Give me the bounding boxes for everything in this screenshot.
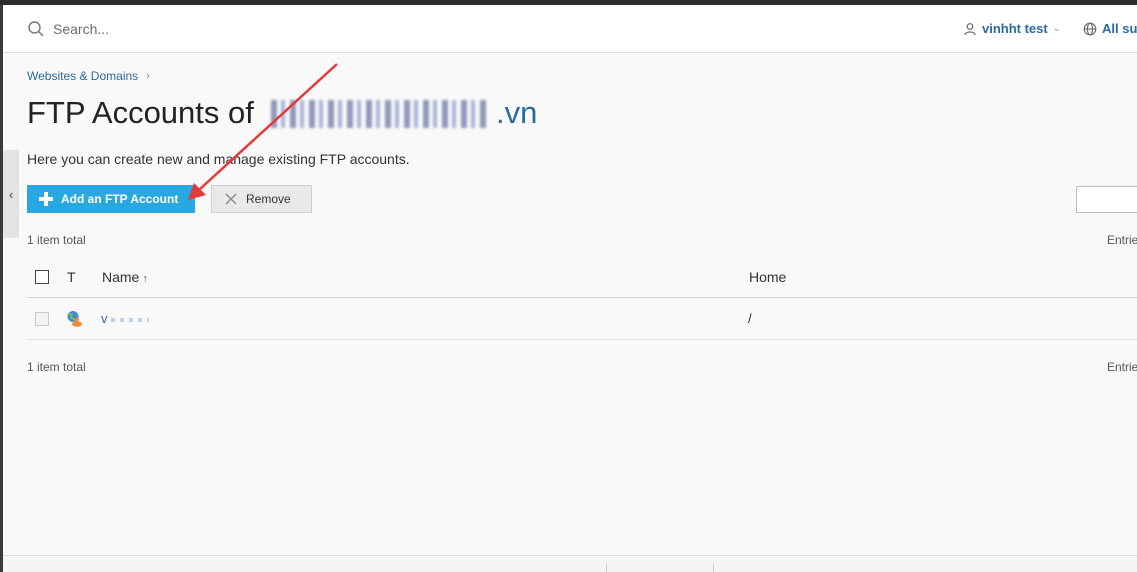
row-checkbox[interactable]: [35, 312, 49, 326]
column-home[interactable]: Home: [749, 269, 786, 285]
item-count-bottom: 1 item total: [27, 360, 86, 374]
search-bar[interactable]: Search...: [27, 20, 109, 38]
ftp-user-home: /: [748, 311, 752, 326]
search-input[interactable]: Search...: [53, 21, 109, 37]
subscriptions-label: All sub: [1102, 21, 1137, 36]
select-all-checkbox[interactable]: [35, 270, 49, 284]
table-row: v /: [27, 299, 1137, 340]
ftp-user-name-redacted: [110, 317, 149, 322]
domain-name-redacted: [271, 100, 489, 128]
entries-per-page-bottom[interactable]: Entrie: [1107, 360, 1137, 374]
page-title: FTP Accounts of: [27, 95, 254, 130]
entries-per-page-top[interactable]: Entrie: [1107, 233, 1137, 247]
item-count-top: 1 item total: [27, 233, 86, 247]
chevron-right-icon: ›: [146, 70, 150, 82]
chevron-left-icon: ‹: [8, 186, 14, 202]
footer-separator: [606, 564, 607, 572]
footer-link-2[interactable]: [615, 563, 705, 572]
ftp-user-icon: [67, 311, 82, 327]
list-search-input[interactable]: [1076, 186, 1137, 213]
sidebar-collapse-toggle[interactable]: ‹: [3, 150, 19, 238]
globe-icon: [1083, 22, 1097, 35]
column-name-label: Name: [102, 269, 140, 285]
table-header: T Name ↑ Home: [27, 258, 1137, 298]
column-name[interactable]: Name ↑: [102, 269, 148, 285]
page-footer: [3, 555, 1137, 572]
search-icon: [28, 21, 44, 37]
sort-up-icon: ↑: [142, 273, 148, 285]
ftp-user-name: v: [101, 311, 108, 326]
footer-link-3[interactable]: [721, 563, 761, 572]
add-ftp-account-button[interactable]: Add an FTP Account: [27, 185, 195, 213]
subscriptions-selector[interactable]: All sub: [1083, 21, 1137, 36]
user-menu[interactable]: vinhht test ⌄: [963, 21, 1060, 36]
top-header: Search... vinhht test ⌄ All sub: [3, 5, 1137, 53]
breadcrumb: Websites & Domains ›: [27, 69, 150, 83]
window-left-edge: [0, 5, 3, 572]
column-type: T: [67, 269, 76, 285]
add-ftp-account-label: Add an FTP Account: [61, 192, 179, 206]
footer-link-1[interactable]: [549, 563, 603, 572]
remove-label: Remove: [246, 192, 291, 206]
plus-icon: [39, 192, 53, 206]
footer-separator: [713, 564, 714, 572]
x-icon: [225, 193, 237, 205]
user-name: vinhht test: [982, 21, 1048, 36]
chevron-down-icon: ⌄: [1052, 23, 1061, 33]
ftp-user-link[interactable]: v: [101, 311, 149, 326]
remove-button[interactable]: Remove: [211, 185, 312, 213]
page-description: Here you can create new and manage exist…: [27, 151, 410, 167]
domain-tld: .vn: [496, 95, 538, 130]
breadcrumb-link-websites-domains[interactable]: Websites & Domains: [27, 69, 138, 83]
user-icon: [964, 22, 976, 35]
